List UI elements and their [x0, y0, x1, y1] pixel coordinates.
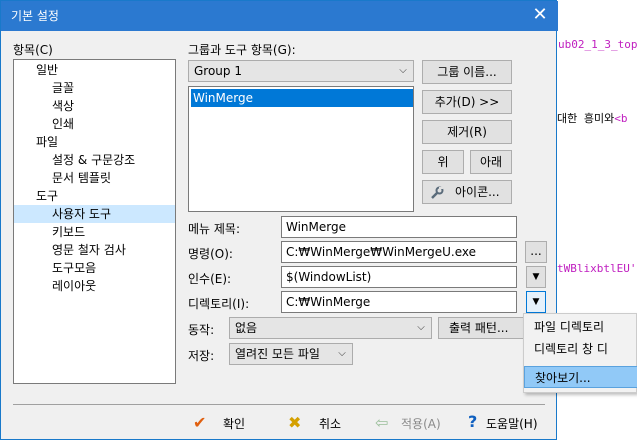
tree-item-general[interactable]: 일반	[36, 61, 58, 79]
menu-item-browse[interactable]: 찾아보기...	[524, 366, 637, 388]
tree-item-tools[interactable]: 도구	[36, 187, 58, 205]
chevron-down-icon: ⌵	[399, 65, 407, 76]
group-select[interactable]: Group 1 ⌵	[188, 60, 414, 82]
group-label: 그룹과 도구 항목(G):	[188, 43, 296, 57]
remove-button[interactable]: 제거(R)	[422, 120, 512, 144]
menu-item-directory-window[interactable]: 디렉토리 창 디	[524, 338, 637, 360]
arguments-field[interactable]: $(WindowList)	[281, 266, 517, 288]
ok-button-label: 확인	[223, 417, 246, 431]
action-select-value: 없음	[235, 321, 258, 335]
cancel-button[interactable]: ✖ 취소	[286, 413, 366, 435]
tree-item-spellcheck[interactable]: 영문 철자 검사	[52, 241, 126, 259]
move-up-button[interactable]: 위	[422, 150, 464, 174]
bg-editor-line-3: tWBlixbtlEU'	[557, 262, 637, 275]
tree-item-file[interactable]: 파일	[36, 133, 58, 151]
icon-button[interactable]: 아이콘...	[422, 180, 512, 204]
save-label: 저장:	[188, 349, 215, 363]
icon-button-label: 아이콘...	[455, 185, 500, 199]
tree-item-user-tools-row[interactable]: 사용자 도구	[14, 205, 175, 223]
apply-button[interactable]: ⇦ 적용(A)	[373, 413, 458, 435]
cancel-button-label: 취소	[319, 417, 342, 431]
category-tree[interactable]: 일반 글꼴 색상 인쇄 파일 설정 & 구문강조 문서 템플릿 도구 사용자 도…	[13, 59, 176, 384]
ok-button[interactable]: ✔ 확인	[191, 413, 271, 435]
tree-item-user-tools[interactable]: 사용자 도구	[52, 205, 111, 223]
back-arrow-icon: ⇦	[375, 413, 389, 432]
tree-item-layout[interactable]: 레이아웃	[52, 277, 96, 295]
tree-item-templates[interactable]: 문서 템플릿	[52, 169, 111, 187]
footer-divider	[13, 404, 545, 405]
tree-item-syntax[interactable]: 설정 & 구문강조	[52, 151, 135, 169]
preferences-dialog: 기본 설정 ✕ 항목(C) 일반 글꼴 색상 인쇄 파일 설정 & 구문강조 문…	[0, 0, 558, 440]
title-bar[interactable]: 기본 설정 ✕	[1, 1, 558, 31]
command-label: 명령(O):	[188, 247, 233, 261]
menu-title-label: 메뉴 제목:	[188, 222, 241, 236]
apply-button-label: 적용(A)	[401, 417, 441, 431]
directory-label: 디렉토리(I):	[188, 297, 250, 311]
checkmark-icon: ✔	[193, 413, 207, 432]
tree-item-print[interactable]: 인쇄	[52, 115, 74, 133]
tree-item-toolbars[interactable]: 도구모음	[52, 259, 96, 277]
triangle-down-icon: ▼	[532, 297, 540, 307]
bg-editor-line-2: 대한 흥미와<b	[557, 112, 628, 125]
tree-item-keyboard[interactable]: 키보드	[52, 223, 85, 241]
help-button[interactable]: ? 도움말(H)	[466, 413, 546, 435]
help-question-icon: ?	[468, 412, 478, 431]
categories-label: 항목(C)	[13, 43, 53, 57]
dialog-title: 기본 설정	[11, 9, 59, 23]
output-pattern-button[interactable]: 출력 패턴...	[438, 317, 526, 339]
tool-list[interactable]: WinMerge	[188, 86, 414, 212]
save-select[interactable]: 열려진 모든 파일 ⌵	[229, 343, 353, 365]
close-icon[interactable]: ✕	[522, 1, 558, 31]
triangle-down-icon: ▼	[532, 272, 540, 282]
bg-editor-line-1: ub02_1_3_top	[558, 38, 637, 51]
chevron-down-icon: ⌵	[417, 322, 425, 333]
list-item[interactable]: WinMerge	[191, 89, 413, 107]
move-down-button[interactable]: 아래	[470, 150, 512, 174]
cancel-x-icon: ✖	[288, 413, 302, 432]
directory-field[interactable]: C:₩WinMerge	[281, 291, 517, 313]
action-label: 동작:	[188, 323, 215, 337]
wrench-icon	[430, 185, 444, 199]
chevron-down-icon: ⌵	[338, 348, 346, 359]
rename-group-button[interactable]: 그룹 이름...	[422, 60, 512, 84]
help-button-label: 도움말(H)	[486, 417, 538, 431]
command-field[interactable]: C:₩WinMerge₩WinMergeU.exe	[281, 241, 517, 263]
tree-item-color[interactable]: 색상	[52, 97, 74, 115]
directory-dropdown-menu: 파일 디렉토리 디렉토리 창 디 찾아보기...	[523, 313, 637, 393]
save-select-value: 열려진 모든 파일	[235, 347, 320, 361]
browse-button[interactable]: ...	[525, 241, 547, 263]
menu-item-file-directory[interactable]: 파일 디렉토리	[524, 316, 637, 338]
menu-title-field[interactable]: WinMerge	[281, 216, 517, 238]
group-select-value: Group 1	[194, 64, 242, 78]
action-select[interactable]: 없음 ⌵	[229, 317, 432, 339]
args-label: 인수(E):	[188, 272, 232, 286]
args-dropdown-button[interactable]: ▼	[526, 266, 546, 288]
directory-dropdown-button[interactable]: ▼	[526, 291, 546, 313]
add-button[interactable]: 추가(D) >>	[422, 90, 512, 114]
tree-item-font[interactable]: 글꼴	[52, 79, 74, 97]
